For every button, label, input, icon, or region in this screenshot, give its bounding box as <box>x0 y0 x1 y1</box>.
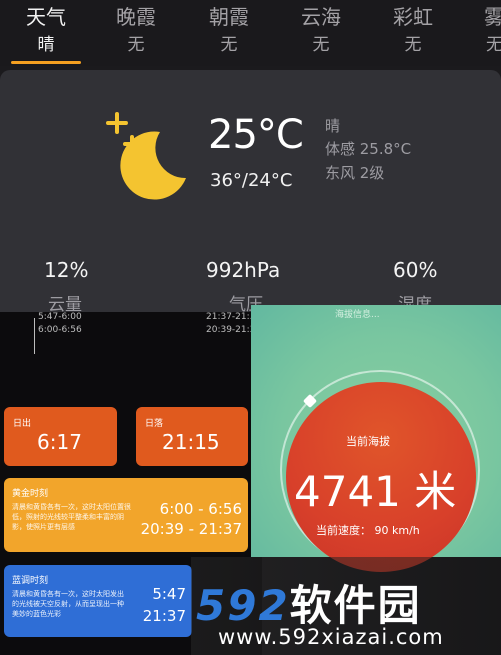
tab-label: 彩虹 <box>393 5 433 29</box>
tab-value: 无 <box>220 35 238 55</box>
tab-weather[interactable]: 天气 晴 <box>6 0 86 58</box>
golden-hour-title: 黄金时刻 <box>12 489 49 499</box>
active-tab-indicator <box>11 61 81 64</box>
altitude-label: 当前海拔 <box>346 435 390 448</box>
tab-value: 无 <box>127 35 145 55</box>
golden-hour-card[interactable]: 黄金时刻 清晨和黄昏各有一次，这时太阳位置很低，照射的光线较平整柔和丰富的阴影，… <box>4 478 248 552</box>
sunset-label: 日落 <box>145 419 164 429</box>
golden-hour-morning: 6:00 - 6:56 <box>159 500 242 518</box>
tab-morning-glow[interactable]: 朝霞 无 <box>189 0 269 58</box>
watermark-url: www.592xiazai.com <box>218 625 444 649</box>
timeline-times: 5:47-6:00 <box>38 312 82 322</box>
blue-hour-evening: 21:37 <box>142 607 186 625</box>
tab-value: 无 <box>486 35 501 55</box>
sunset-time: 21:15 <box>162 430 220 454</box>
watermark-number: 592 <box>196 581 290 630</box>
altitude-note: 海拔信息... <box>335 310 380 320</box>
tab-label: 天气 <box>26 5 66 29</box>
tab-sunset-glow[interactable]: 晚霞 无 <box>96 0 176 58</box>
sunrise-card[interactable]: 日出 6:17 <box>4 407 117 466</box>
moon-stars-icon <box>106 112 186 200</box>
timeline-line <box>34 318 35 354</box>
golden-hour-desc: 清晨和黄昏各有一次，这时太阳位置很低，照射的光线较平整柔和丰富的阴影，使照片更有… <box>12 503 131 531</box>
sunrise-label: 日出 <box>13 419 32 429</box>
sunset-card[interactable]: 日落 21:15 <box>136 407 248 466</box>
cloud-cover-value: 12% <box>44 258 89 282</box>
tab-value: 晴 <box>37 35 55 55</box>
humidity-value: 60% <box>393 258 438 282</box>
tab-label: 晚霞 <box>116 5 156 29</box>
altitude-value: 4741 米 <box>294 467 457 516</box>
temperature-range: 36°/24°C <box>210 170 293 191</box>
blue-hour-card[interactable]: 蓝调时刻 清晨和黄昏各有一次，这时太阳发出的光线被天空反射，从而呈现出一种美妙的… <box>4 565 192 637</box>
current-speed: 当前速度： 90 km/h <box>316 524 420 537</box>
watermark-logo: 592软件园 <box>196 572 422 633</box>
tab-fog[interactable]: 雾 无 <box>472 0 501 58</box>
watermark-text: 软件园 <box>289 581 422 630</box>
sunrise-time: 6:17 <box>37 430 82 454</box>
golden-hour-evening: 20:39 - 21:37 <box>140 520 242 538</box>
tab-rainbow[interactable]: 彩虹 无 <box>373 0 453 58</box>
tab-value: 无 <box>312 35 330 55</box>
blue-hour-title: 蓝调时刻 <box>12 576 49 586</box>
blue-hour-morning: 5:47 <box>152 585 186 603</box>
wind-info: 东风 2级 <box>325 164 385 182</box>
blue-hour-desc: 清晨和黄昏各有一次，这时太阳发出的光线被天空反射，从而呈现出一种美妙的蓝色光彩 <box>12 590 124 618</box>
tab-label: 云海 <box>301 5 341 29</box>
tab-sea-of-clouds[interactable]: 云海 无 <box>281 0 361 58</box>
tab-value: 无 <box>404 35 422 55</box>
tab-label: 雾 <box>484 5 501 29</box>
tab-label: 朝霞 <box>209 5 249 29</box>
feels-like: 体感 25.8°C <box>325 140 412 158</box>
pressure-value: 992hPa <box>206 258 281 282</box>
timeline-times: 6:00-6:56 <box>38 325 82 335</box>
category-tabs: 天气 晴 晚霞 无 朝霞 无 云海 无 彩虹 无 雾 无 <box>0 0 501 66</box>
weather-condition: 晴 <box>325 117 341 135</box>
current-temperature: 25°C <box>208 112 304 158</box>
